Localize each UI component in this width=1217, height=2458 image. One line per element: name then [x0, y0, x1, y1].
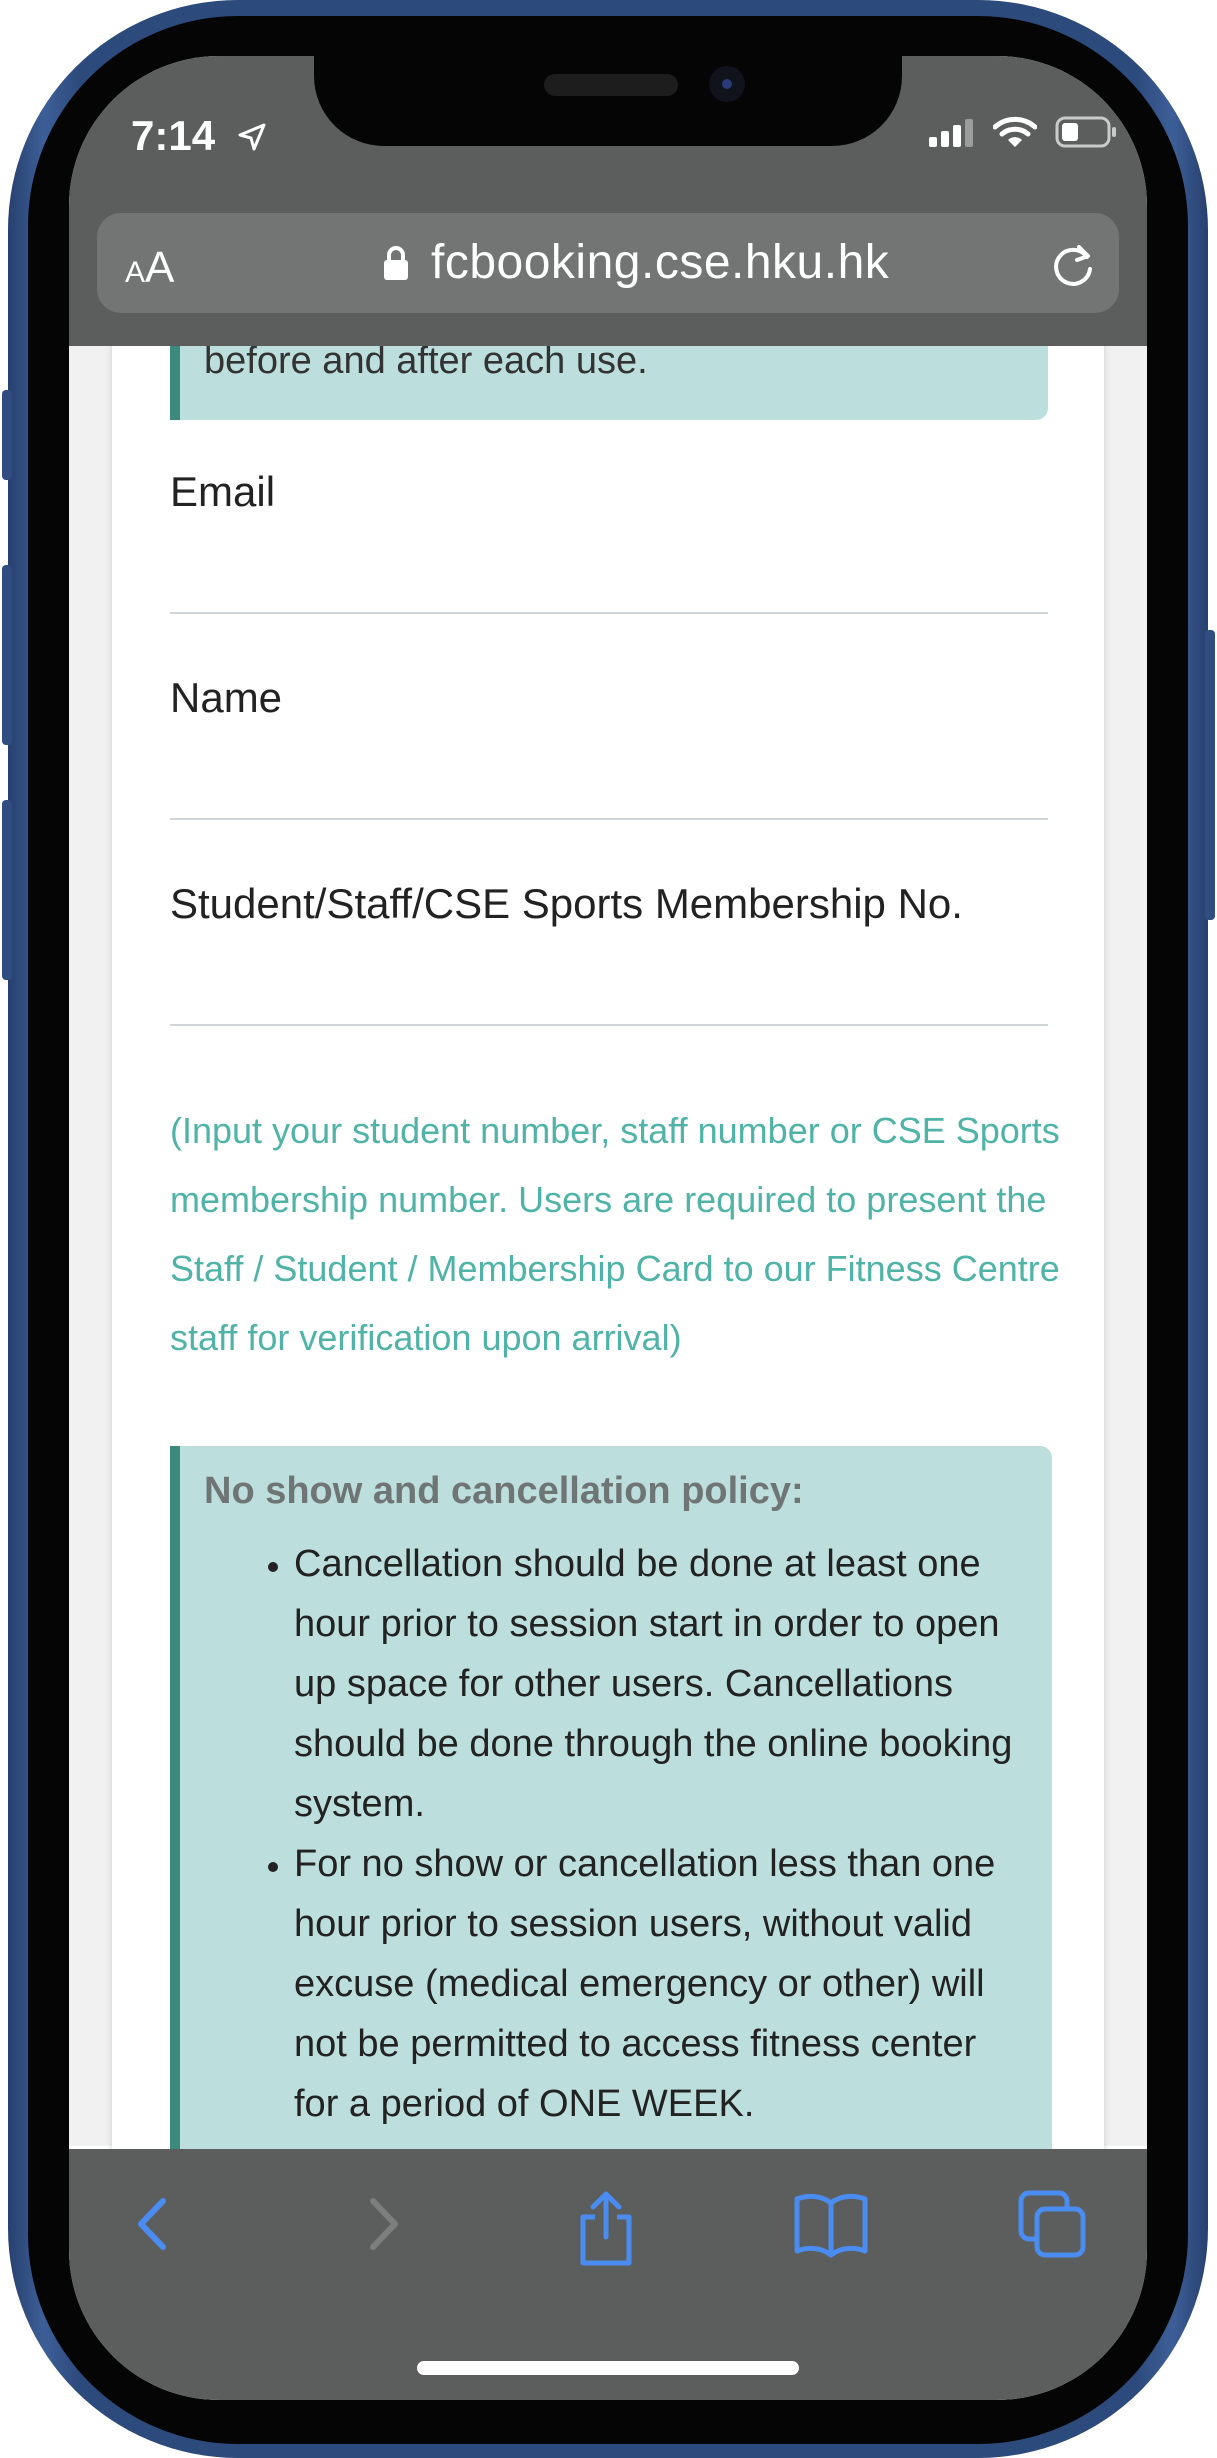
cellular-signal-icon: [929, 117, 975, 152]
cancellation-policy-box: No show and cancellation policy: Cancell…: [170, 1446, 1052, 2206]
forward-button[interactable]: [357, 2189, 407, 2264]
share-button[interactable]: [573, 2189, 639, 2274]
hygiene-info-text: before and after each use.: [204, 340, 648, 382]
status-time: 7:14: [131, 112, 216, 159]
policy-list: Cancellation should be done at least one…: [204, 1534, 1014, 2134]
wifi-icon: [992, 116, 1038, 153]
booking-form-card: before and after each use. Email Name St…: [112, 326, 1104, 2206]
address-bar[interactable]: AA fcbooking.cse.hku.hk: [97, 213, 1119, 313]
battery-icon: [1055, 116, 1117, 153]
policy-item: Cancellation should be done at least one…: [294, 1534, 1014, 1834]
email-label: Email: [170, 468, 276, 515]
membership-number-field[interactable]: [170, 1024, 1048, 1026]
home-indicator[interactable]: [417, 2361, 799, 2375]
location-arrow-icon: [237, 122, 267, 157]
text-size-button[interactable]: AA: [125, 243, 174, 293]
membership-label: Student/Staff/CSE Sports Membership No.: [170, 880, 963, 927]
url-text: fcbooking.cse.hku.hk: [431, 236, 890, 289]
lock-icon: [382, 245, 410, 286]
web-page: before and after each use. Email Name St…: [69, 326, 1147, 2206]
power-button: [1205, 630, 1215, 920]
tabs-button[interactable]: [1017, 2189, 1089, 2266]
bookmarks-button[interactable]: [793, 2189, 869, 2264]
email-field[interactable]: [170, 612, 1048, 614]
back-button[interactable]: [129, 2189, 179, 2264]
name-field[interactable]: [170, 818, 1048, 820]
name-label: Name: [170, 674, 283, 721]
screen: before and after each use. Email Name St…: [69, 56, 1147, 2400]
browser-toolbar: [69, 2149, 1147, 2400]
notch: [314, 56, 902, 146]
status-icons: [929, 116, 1117, 153]
policy-item: For no show or cancellation less than on…: [294, 1834, 1014, 2134]
volume-down-button: [2, 800, 12, 980]
volume-up-button: [2, 565, 12, 745]
speaker-grille: [544, 74, 678, 96]
policy-title: No show and cancellation policy:: [204, 1470, 804, 1512]
membership-hint: (Input your student number, staff number…: [170, 1110, 1060, 1358]
silent-switch: [2, 390, 12, 480]
front-camera: [709, 66, 745, 102]
reload-icon[interactable]: [1049, 239, 1097, 294]
